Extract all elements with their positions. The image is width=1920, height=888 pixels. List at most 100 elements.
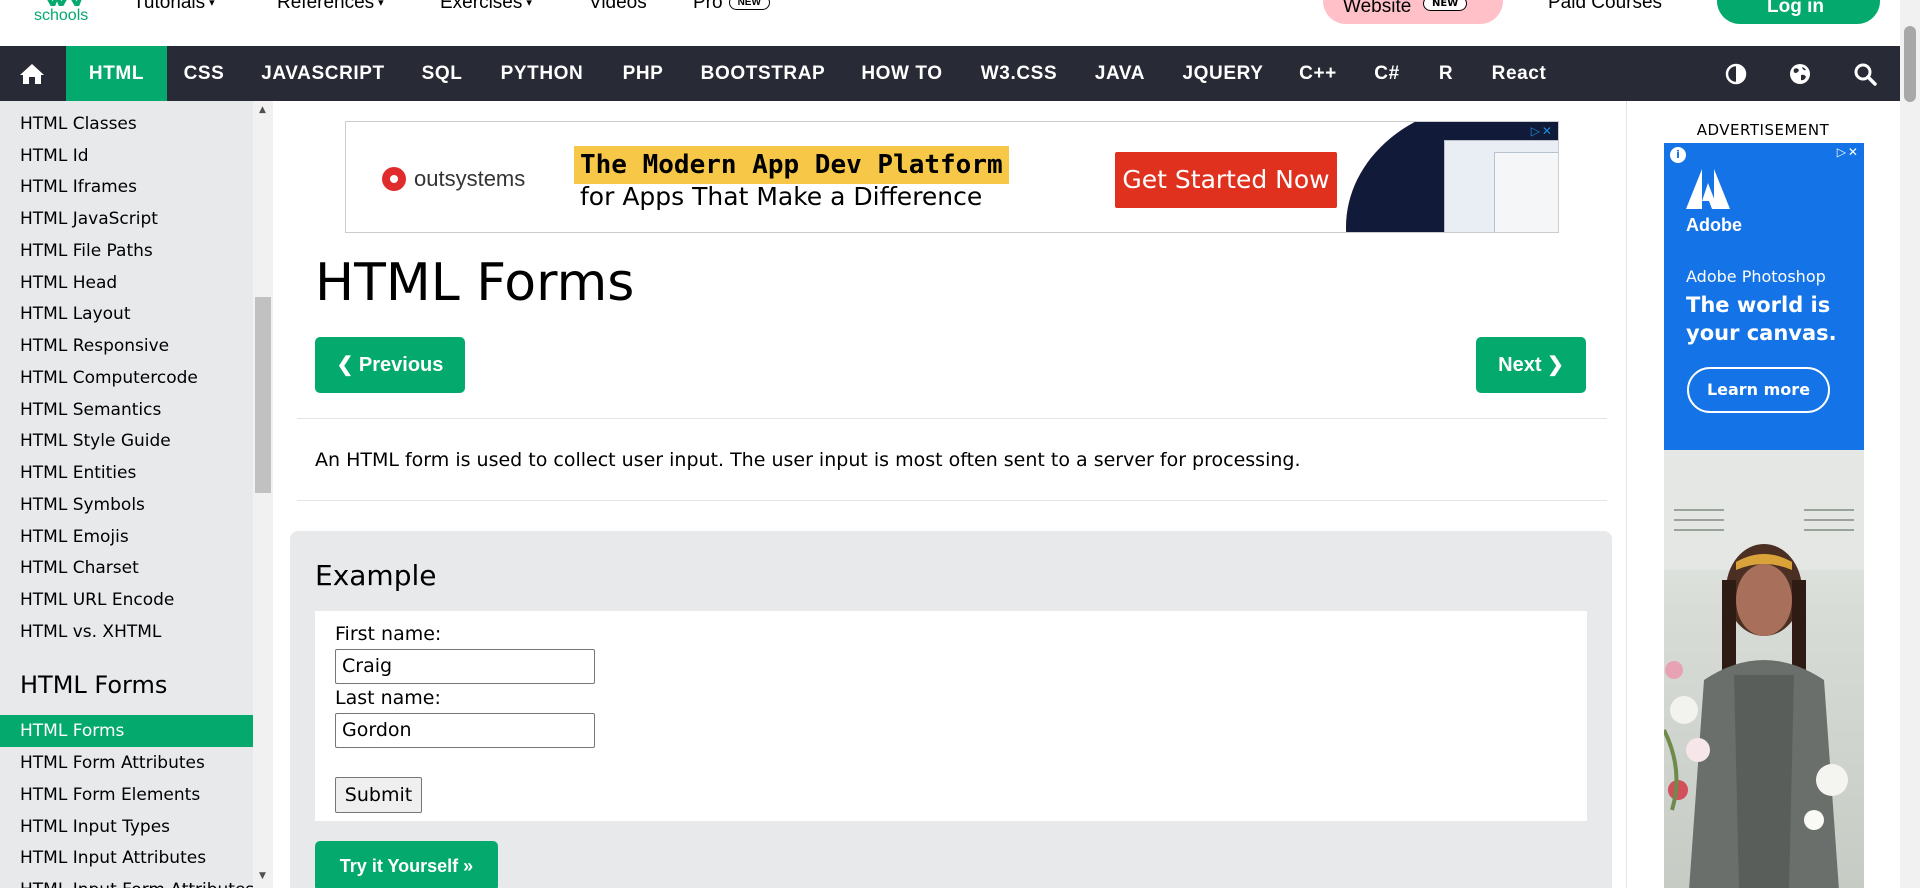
nav-jquery[interactable]: JQUERY: [1173, 46, 1273, 101]
sidebar-scrollbar[interactable]: ▲ ▼: [253, 101, 273, 888]
nav-w3css[interactable]: W3.CSS: [970, 46, 1068, 101]
nav-css[interactable]: CSS: [170, 46, 238, 101]
first-name-field[interactable]: Craig: [335, 649, 595, 684]
sidebar-item-html-javascript[interactable]: HTML JavaScript: [0, 203, 253, 235]
home-icon: [20, 63, 44, 84]
search-icon: [1854, 63, 1877, 86]
banner-ad-headline: The Modern App Dev Platform: [574, 146, 1009, 184]
next-button[interactable]: Next ❯: [1476, 337, 1586, 393]
last-name-field[interactable]: Gordon: [335, 713, 595, 748]
sidebar-item-html-forms[interactable]: HTML Forms: [0, 715, 253, 747]
window-scrollbar[interactable]: [1900, 0, 1920, 888]
nav-java[interactable]: JAVA: [1085, 46, 1155, 101]
sidebar-item-html-form-attributes[interactable]: HTML Form Attributes: [0, 747, 253, 779]
menu-tutorials[interactable]: Tutorials ▾: [133, 0, 215, 14]
window-scrollbar-thumb[interactable]: [1904, 26, 1916, 102]
caret-down-icon: ▾: [526, 0, 532, 10]
nav-react[interactable]: React: [1482, 46, 1556, 101]
menu-exercises-label: Exercises: [440, 0, 523, 13]
nav-csharp[interactable]: C#: [1362, 46, 1412, 101]
menu-pro[interactable]: Pro NEW: [693, 0, 770, 14]
adchoices-close-icon[interactable]: ▷✕: [1531, 124, 1554, 138]
login-button[interactable]: Log in: [1717, 0, 1880, 24]
nav-how-to[interactable]: HOW TO: [849, 46, 955, 101]
globe-icon: [1790, 63, 1810, 84]
outsystems-logo: outsystems: [382, 166, 525, 192]
banner-ad-cta-button[interactable]: Get Started Now: [1115, 152, 1337, 208]
nav-html[interactable]: HTML: [66, 46, 167, 101]
adobe-ad[interactable]: i ▷✕ Adobe Adobe Photoshop The world is …: [1664, 143, 1864, 888]
sidebar-item-html-iframes[interactable]: HTML Iframes: [0, 171, 253, 203]
sidebar-item-html-file-paths[interactable]: HTML File Paths: [0, 235, 253, 267]
adobe-brand: Adobe: [1686, 215, 1742, 235]
example-heading: Example: [315, 559, 437, 592]
search-button[interactable]: [1845, 46, 1885, 101]
divider: [297, 418, 1607, 419]
menu-videos[interactable]: Videos: [589, 0, 647, 14]
submit-button[interactable]: Submit: [335, 777, 422, 813]
sidebar-item-html-classes[interactable]: HTML Classes: [0, 108, 253, 140]
contrast-icon: [1725, 63, 1747, 84]
scroll-down-arrow-icon[interactable]: ▼: [259, 871, 266, 881]
sidebar-item-html-symbols[interactable]: HTML Symbols: [0, 489, 253, 521]
adchoices-close-icon[interactable]: ▷✕: [1837, 145, 1860, 159]
banner-ad[interactable]: outsystems The Modern App Dev Platform f…: [345, 121, 1559, 233]
divider: [1626, 101, 1627, 888]
first-name-label: First name:: [335, 623, 442, 645]
w3schools-logo-icon[interactable]: [43, 0, 83, 6]
sidebar-item-html-form-elements[interactable]: HTML Form Elements: [0, 779, 253, 811]
sidebar: HTML Classes HTML Id HTML Iframes HTML J…: [0, 101, 253, 888]
sidebar-item-html-semantics[interactable]: HTML Semantics: [0, 394, 253, 426]
right-ad-column: ADVERTISEMENT i ▷✕ Adobe Adobe Photoshop…: [1626, 101, 1900, 888]
example-panel: Example First name: Craig Last name: Gor…: [290, 531, 1612, 888]
sidebar-item-html-style-guide[interactable]: HTML Style Guide: [0, 425, 253, 457]
outsystems-logo-icon: [382, 167, 406, 191]
ad-info-icon[interactable]: i: [1670, 147, 1686, 163]
sidebar-item-html-url-encode[interactable]: HTML URL Encode: [0, 584, 253, 616]
sidebar-scrollbar-thumb[interactable]: [255, 297, 271, 493]
paid-courses-link[interactable]: Paid Courses: [1548, 0, 1662, 14]
new-badge: NEW: [728, 0, 770, 11]
learn-more-button[interactable]: Learn more: [1687, 367, 1830, 413]
sidebar-item-html-charset[interactable]: HTML Charset: [0, 552, 253, 584]
sidebar-item-html-responsive[interactable]: HTML Responsive: [0, 330, 253, 362]
adobe-headline: The world is your canvas.: [1686, 293, 1837, 345]
previous-button[interactable]: ❮ Previous: [315, 337, 465, 393]
top-header: schools Tutorials ▾ References ▾ Exercises…: [0, 0, 1900, 46]
sidebar-item-html-input-types[interactable]: HTML Input Types: [0, 811, 253, 843]
globe-button[interactable]: [1780, 46, 1820, 101]
example-output: First name: Craig Last name: Gordon Subm…: [315, 611, 1587, 821]
menu-pro-label: Pro: [693, 0, 723, 13]
ad-photo: [1664, 450, 1864, 888]
menu-videos-label: Videos: [589, 0, 647, 13]
sidebar-item-html-input-form-attributes[interactable]: HTML Input Form Attributes: [0, 874, 253, 888]
website-label: Website: [1343, 0, 1412, 17]
sidebar-item-html-emojis[interactable]: HTML Emojis: [0, 521, 253, 553]
nav-bootstrap[interactable]: BOOTSTRAP: [692, 46, 834, 101]
scroll-up-arrow-icon[interactable]: ▲: [259, 105, 266, 115]
logo-text[interactable]: schools: [34, 7, 88, 25]
nav-r[interactable]: R: [1426, 46, 1466, 101]
website-button[interactable]: Website NEW: [1323, 0, 1503, 24]
new-badge: NEW: [1423, 0, 1468, 11]
nav-cpp[interactable]: C++: [1290, 46, 1346, 101]
sidebar-item-html-vs-xhtml[interactable]: HTML vs. XHTML: [0, 616, 253, 648]
sidebar-item-html-computercode[interactable]: HTML Computercode: [0, 362, 253, 394]
sidebar-item-html-entities[interactable]: HTML Entities: [0, 457, 253, 489]
menu-references[interactable]: References ▾: [277, 0, 384, 14]
nav-javascript[interactable]: JAVASCRIPT: [247, 46, 399, 101]
home-button[interactable]: [0, 46, 64, 101]
banner-ad-subline: for Apps That Make a Difference: [580, 182, 983, 211]
sidebar-item-html-id[interactable]: HTML Id: [0, 140, 253, 172]
nav-php[interactable]: PHP: [609, 46, 677, 101]
nav-sql[interactable]: SQL: [405, 46, 479, 101]
sidebar-item-html-input-attributes[interactable]: HTML Input Attributes: [0, 842, 253, 874]
nav-python[interactable]: PYTHON: [490, 46, 594, 101]
menu-exercises[interactable]: Exercises ▾: [440, 0, 532, 14]
try-it-yourself-button[interactable]: Try it Yourself »: [315, 841, 498, 888]
sidebar-item-html-layout[interactable]: HTML Layout: [0, 298, 253, 330]
contrast-button[interactable]: [1716, 46, 1756, 101]
adobe-product-name: Adobe Photoshop: [1686, 267, 1826, 286]
divider: [297, 500, 1607, 501]
sidebar-item-html-head[interactable]: HTML Head: [0, 267, 253, 299]
